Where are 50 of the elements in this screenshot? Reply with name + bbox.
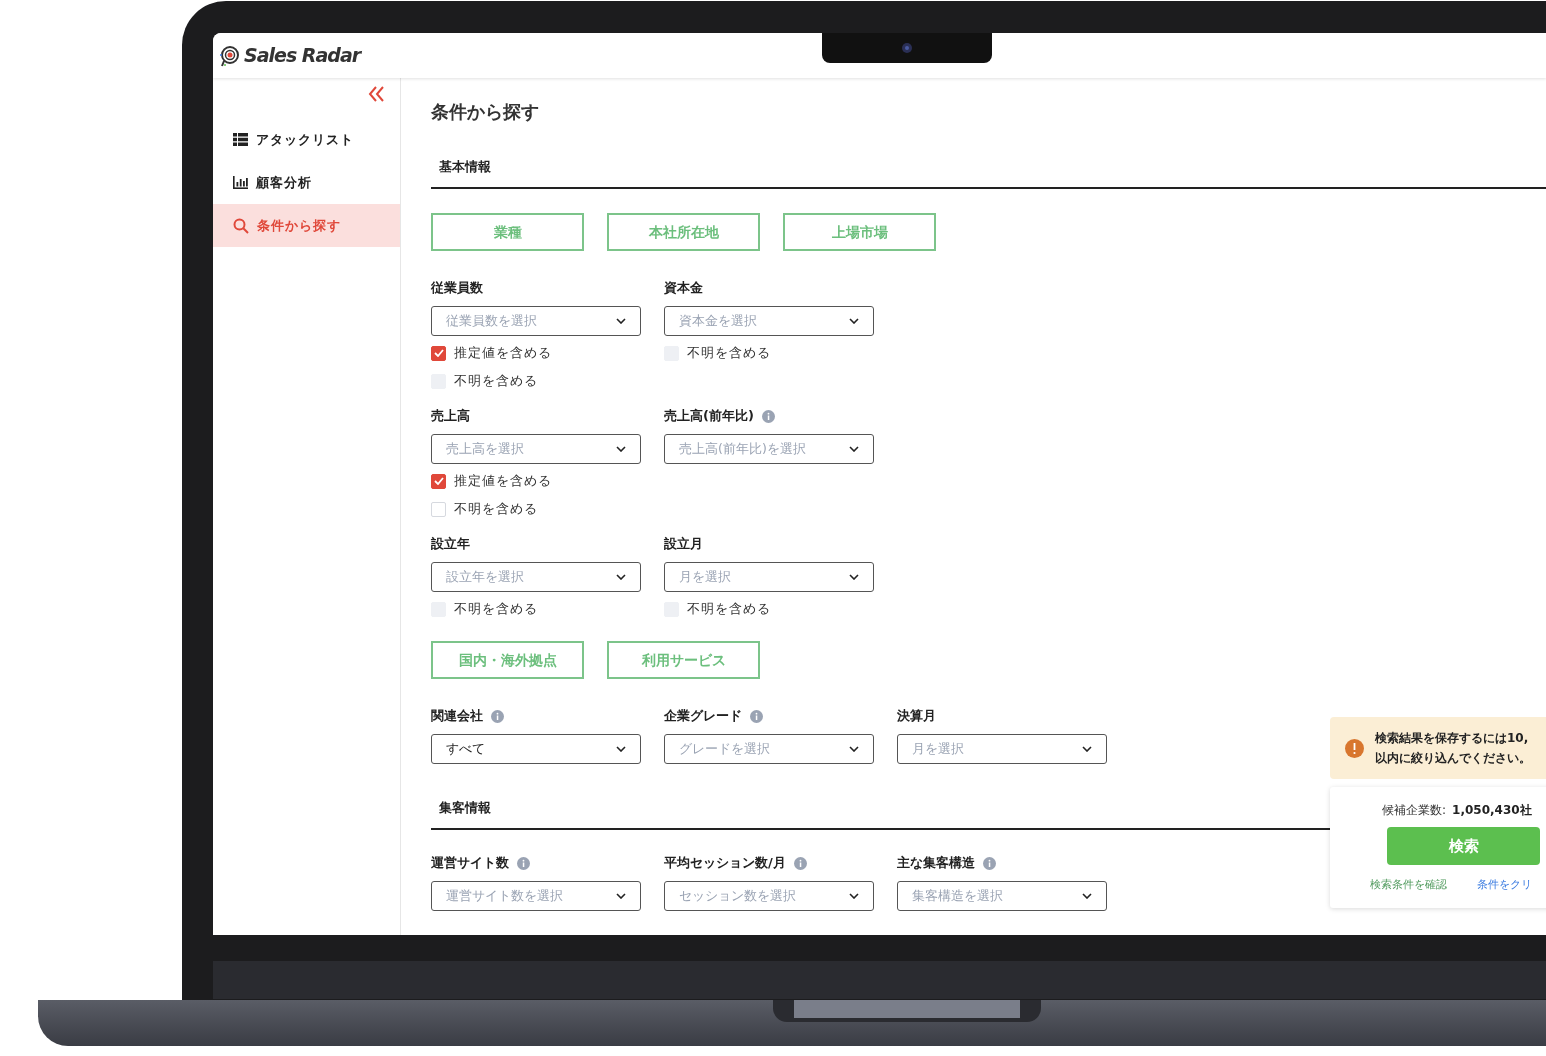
field-label: 設立月 [664, 535, 703, 553]
category-button[interactable]: 業種 [431, 213, 584, 251]
notice-text: 以内に絞り込んでください。 [1375, 750, 1531, 767]
category-button[interactable]: 上場市場 [783, 213, 936, 251]
field-label: 資本金 [664, 279, 703, 297]
sidebar-item[interactable]: アタックリスト [213, 118, 400, 161]
field-label: 主な集客構造 [897, 854, 975, 872]
logo-text: Sales Radar [244, 43, 361, 69]
checkbox-label: 不明を含める [454, 500, 538, 518]
field-label: 売上高 [431, 407, 470, 425]
category-button[interactable]: 本社所在地 [607, 213, 760, 251]
field-label: 設立年 [431, 535, 470, 553]
count-label: 候補企業数: [1382, 802, 1447, 819]
checkbox-label: 不明を含める [454, 600, 538, 618]
checkbox-label: 推定値を含める [454, 472, 552, 490]
select-field[interactable]: 月を選択 [664, 562, 874, 592]
field-label: 関連会社 [431, 707, 483, 725]
checkbox-label: 推定値を含める [454, 344, 552, 362]
page-title: 条件から探す [431, 100, 540, 124]
select-field[interactable]: 集客構造を選択 [897, 881, 1107, 911]
notice-text: 検索結果を保存するには10, [1375, 730, 1530, 747]
field-label: 企業グレード [664, 707, 742, 725]
section-heading: 基本情報 [439, 159, 491, 174]
select-field[interactable]: 月を選択 [897, 734, 1107, 764]
select-field[interactable]: 資本金を選択 [664, 306, 874, 336]
field-label: 平均セッション数/月 [664, 854, 786, 872]
section-heading: 集客情報 [439, 800, 491, 815]
field-label: 運営サイト数 [431, 854, 509, 872]
clear-link[interactable]: 条件をクリ [1477, 877, 1532, 894]
select-field[interactable]: グレードを選択 [664, 734, 874, 764]
select-field[interactable]: 売上高(前年比)を選択 [664, 434, 874, 464]
select-field[interactable]: 運営サイト数を選択 [431, 881, 641, 911]
checkbox-label: 不明を含める [454, 372, 538, 390]
select-field[interactable]: 従業員数を選択 [431, 306, 641, 336]
sidebar-item[interactable]: 条件から探す [213, 204, 400, 247]
select-field[interactable]: セッション数を選択 [664, 881, 874, 911]
select-field[interactable]: すべて [431, 734, 641, 764]
field-label: 売上高(前年比) [664, 407, 754, 425]
checkbox-label: 不明を含める [687, 344, 771, 362]
select-field[interactable]: 設立年を選択 [431, 562, 641, 592]
checkbox-label: 不明を含める [687, 600, 771, 618]
select-field[interactable]: 売上高を選択 [431, 434, 641, 464]
field-label: 従業員数 [431, 279, 483, 297]
sidebar-item[interactable]: 顧客分析 [213, 161, 400, 204]
category-button[interactable]: 国内・海外拠点 [431, 641, 584, 679]
confirm-link[interactable]: 検索条件を確認 [1370, 877, 1447, 894]
count-value: 1,050,430社 [1452, 802, 1532, 819]
search-button[interactable]: 検索 [1387, 827, 1540, 865]
field-label: 決算月 [897, 707, 936, 725]
category-button[interactable]: 利用サービス [607, 641, 760, 679]
